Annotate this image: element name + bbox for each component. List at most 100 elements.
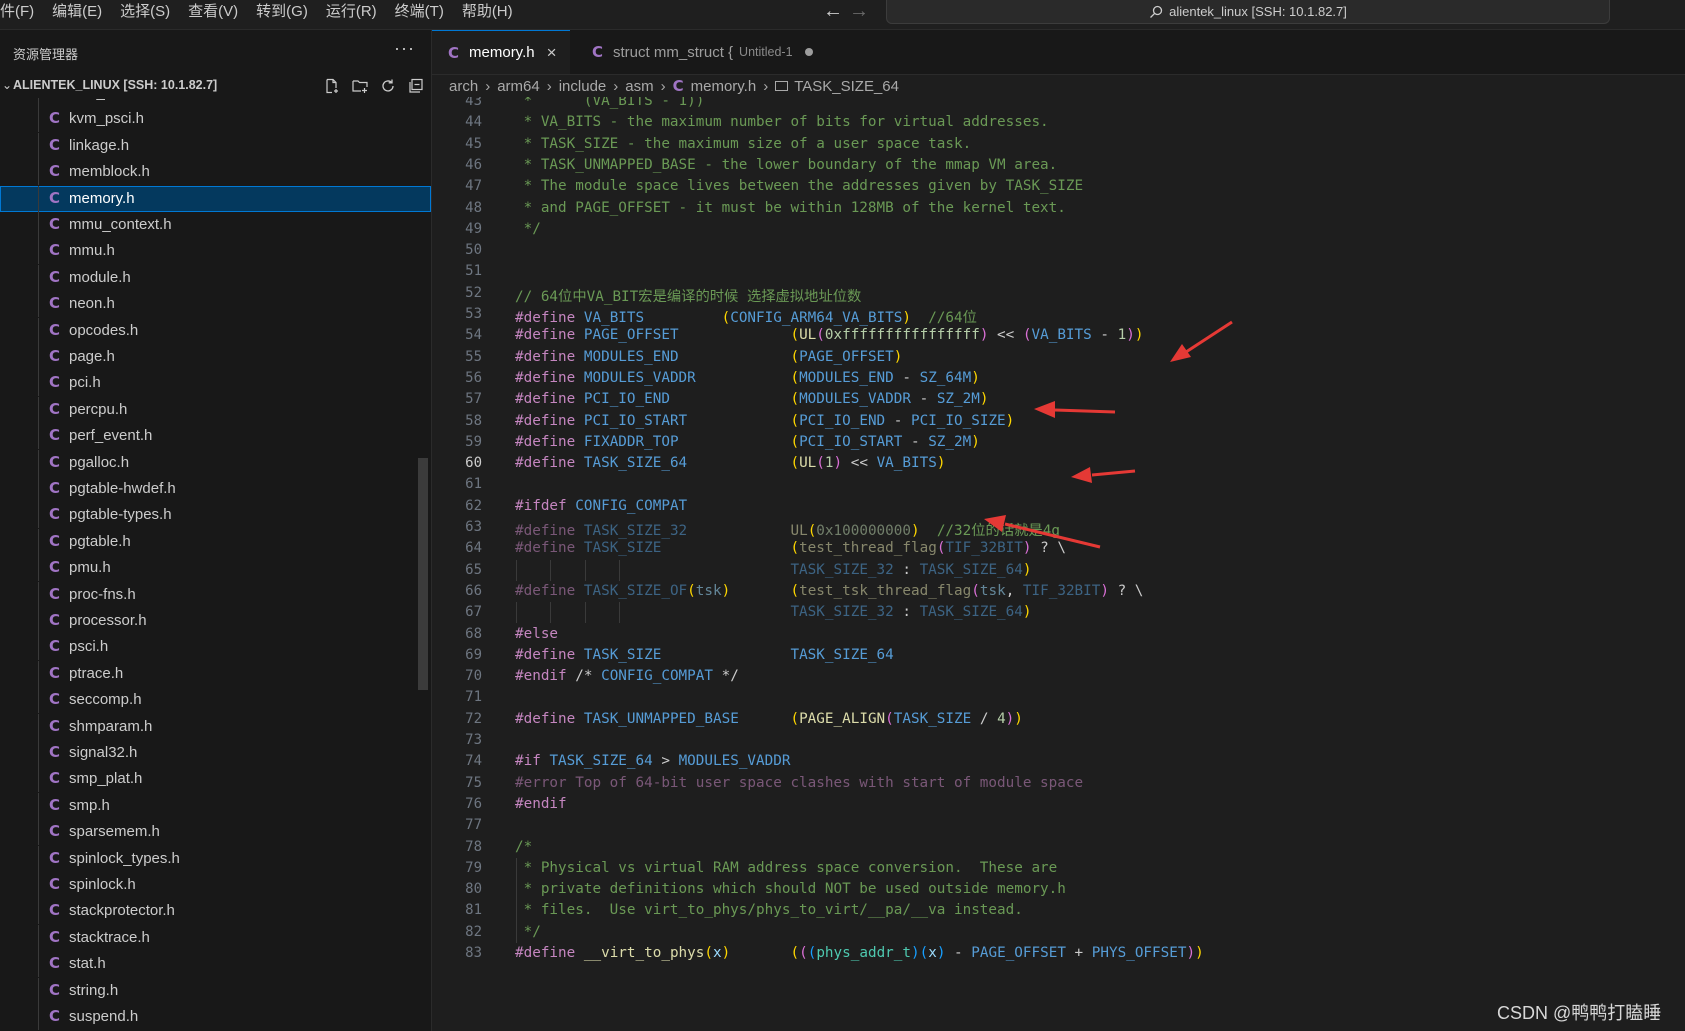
code-line[interactable]: 69 #define TASK_SIZE TASK_SIZE_64 (432, 645, 1685, 668)
file-item[interactable]: Csmp_plat.h (0, 766, 431, 793)
more-actions-icon[interactable]: ··· (394, 38, 415, 59)
refresh-icon[interactable] (374, 76, 402, 96)
back-arrow-icon[interactable]: ← (820, 0, 846, 24)
file-item[interactable]: Cmmu.h (0, 238, 431, 265)
file-item[interactable]: Ckvm_psci.h (0, 106, 431, 133)
command-center[interactable]: alientek_linux [SSH: 10.1.82.7] (886, 0, 1610, 24)
code-line[interactable]: 61 (432, 474, 1685, 497)
close-icon[interactable]: × (547, 43, 557, 63)
tab-untitled-1[interactable]: C struct mm_struct { Untitled-1 (572, 30, 820, 74)
code-line[interactable]: 76 #endif (432, 794, 1685, 817)
file-item[interactable]: Cspinlock_types.h (0, 845, 431, 872)
file-item[interactable]: Csparsemem.h (0, 819, 431, 846)
file-item[interactable]: Cseccomp.h (0, 687, 431, 714)
file-item[interactable]: Clinkage.h (0, 132, 431, 159)
file-item[interactable]: Copcodes.h (0, 317, 431, 344)
file-item[interactable]: Cpci.h (0, 370, 431, 397)
unsaved-dot-icon[interactable] (804, 48, 813, 56)
file-item[interactable]: Cmodule.h (0, 264, 431, 291)
file-item[interactable]: Cpgtable-types.h (0, 502, 431, 529)
file-item[interactable]: Cmemory.h (0, 185, 431, 212)
breadcrumb-item[interactable]: arch (449, 78, 478, 95)
code-line[interactable]: 74 #if TASK_SIZE_64 > MODULES_VADDR (432, 751, 1685, 774)
code-line[interactable]: 73 (432, 730, 1685, 753)
breadcrumb-item[interactable]: asm (625, 78, 653, 95)
breadcrumb-file[interactable]: memory.h (691, 78, 757, 95)
new-file-icon[interactable] (318, 76, 346, 96)
file-item[interactable]: Cpgalloc.h (0, 449, 431, 476)
code-editor[interactable]: 43 * (VA_BITS - 1)) 44 * VA_BITS - the ma… (432, 97, 1685, 1031)
file-item[interactable]: Cneon.h (0, 291, 431, 318)
code-line[interactable]: 52 // 64位中VA_BIT宏是编译的时候 选择虚拟地址位数 (432, 283, 1685, 306)
file-item[interactable]: Cmemblock.h (0, 159, 431, 186)
code-line[interactable]: 45 * TASK_SIZE - the maximum size of a u… (432, 134, 1685, 157)
menu-go[interactable]: 转到(G) (247, 0, 317, 29)
file-item[interactable]: Cstacktrace.h (0, 924, 431, 951)
code-line[interactable]: 72 #define TASK_UNMAPPED_BASE (PAGE_ALIGN… (432, 709, 1685, 732)
file-item[interactable]: Ckvm_mmu.h (0, 98, 431, 106)
code-line[interactable]: 60 #define TASK_SIZE_64 (UL(1) << VA_BITS… (432, 453, 1685, 476)
menu-run[interactable]: 运行(R) (317, 0, 386, 29)
file-item[interactable]: Cpgtable.h (0, 528, 431, 555)
code-line[interactable]: 70 #endif /* CONFIG_COMPAT */ (432, 666, 1685, 689)
file-item[interactable]: Cpercpu.h (0, 396, 431, 423)
new-folder-icon[interactable] (346, 76, 374, 96)
file-item[interactable]: Cstackprotector.h (0, 898, 431, 925)
file-item[interactable]: Cspinlock.h (0, 872, 431, 898)
tab-memory-h[interactable]: C memory.h × (432, 30, 570, 74)
file-item[interactable]: Cstring.h (0, 977, 431, 1004)
code-line[interactable]: 83 #define __virt_to_phys(x) (((phys_addr… (432, 943, 1685, 966)
menu-view[interactable]: 查看(V) (179, 0, 247, 29)
sidebar-scrollbar[interactable] (418, 458, 428, 690)
code-line[interactable]: 58 #define PCI_IO_START (PCI_IO_END - PCI… (432, 411, 1685, 434)
file-item[interactable]: Cpgtable-hwdef.h (0, 476, 431, 502)
code-line[interactable]: 82 */ (432, 922, 1685, 945)
menu-terminal[interactable]: 终端(T) (386, 0, 453, 29)
code-line[interactable]: 56 #define MODULES_VADDR (MODULES_END - S… (432, 368, 1685, 391)
code-line[interactable]: 78 /* (432, 837, 1685, 860)
code-line[interactable]: 71 (432, 687, 1685, 710)
menu-help[interactable]: 帮助(H) (453, 0, 522, 29)
menu-file[interactable]: 件(F) (0, 0, 43, 29)
breadcrumb-item[interactable]: arm64 (497, 78, 540, 95)
collapse-all-icon[interactable] (402, 76, 430, 96)
file-item[interactable]: Cproc-fns.h (0, 581, 431, 608)
file-item[interactable]: Cptrace.h (0, 660, 431, 687)
file-item[interactable]: Csmp.h (0, 792, 431, 819)
code-line[interactable]: 68 #else (432, 624, 1685, 647)
code-line[interactable]: 51 (432, 261, 1685, 284)
code-line[interactable]: 55 #define MODULES_END (PAGE_OFFSET) (432, 347, 1685, 370)
code-line[interactable]: 59 #define FIXADDR_TOP (PCI_IO_START - SZ… (432, 432, 1685, 455)
file-item[interactable]: Cperf_event.h (0, 423, 431, 450)
code-line[interactable]: 57 #define PCI_IO_END (MODULES_VADDR - SZ… (432, 389, 1685, 412)
code-line[interactable]: 49 */ (432, 219, 1685, 242)
file-item[interactable]: Cmmu_context.h (0, 212, 431, 238)
file-item[interactable]: Cshmparam.h (0, 713, 431, 740)
menu-edit[interactable]: 编辑(E) (43, 0, 111, 29)
code-line[interactable]: 75 #error Top of 64-bit user space clashe… (432, 773, 1685, 796)
chevron-down-icon[interactable]: ⌄ (2, 78, 12, 92)
breadcrumb-item[interactable]: include (559, 78, 607, 95)
code-line[interactable]: 66 #define TASK_SIZE_OF(tsk) (test_tsk_th… (432, 581, 1685, 604)
code-line[interactable]: 62 #ifdef CONFIG_COMPAT (432, 496, 1685, 519)
file-item[interactable]: Cpsci.h (0, 634, 431, 661)
file-item[interactable]: Cpage.h (0, 344, 431, 370)
code-line[interactable]: 81 * files. Use virt_to_phys/phys_to_vir… (432, 900, 1685, 923)
workspace-header[interactable]: ⌄ ALIENTEK_LINUX [SSH: 10.1.82.7] (0, 74, 431, 98)
code-line[interactable]: 53 #define VA_BITS (CONFIG_ARM64_VA_BITS)… (432, 304, 1685, 327)
file-item[interactable]: Csignal32.h (0, 740, 431, 766)
code-line[interactable]: 80 * private definitions which should NO… (432, 879, 1685, 902)
code-line[interactable]: 47 * The module space lives between the … (432, 176, 1685, 199)
forward-arrow-icon[interactable]: → (846, 0, 872, 24)
code-line[interactable]: 46 * TASK_UNMAPPED_BASE - the lower boun… (432, 155, 1685, 178)
code-line[interactable]: 48 * and PAGE_OFFSET - it must be within… (432, 198, 1685, 221)
file-item[interactable]: Csuspend.h (0, 1004, 431, 1030)
breadcrumb-symbol[interactable]: TASK_SIZE_64 (794, 78, 899, 95)
file-item[interactable]: Cpmu.h (0, 555, 431, 582)
code-line[interactable]: 64 #define TASK_SIZE (test_thread_flag(TI… (432, 538, 1685, 561)
code-line[interactable]: 50 (432, 240, 1685, 263)
file-item[interactable]: Cstat.h (0, 951, 431, 978)
menu-selection[interactable]: 选择(S) (111, 0, 179, 29)
code-line[interactable]: 77 (432, 815, 1685, 838)
code-line[interactable]: 44 * VA_BITS - the maximum number of bit… (432, 112, 1685, 135)
